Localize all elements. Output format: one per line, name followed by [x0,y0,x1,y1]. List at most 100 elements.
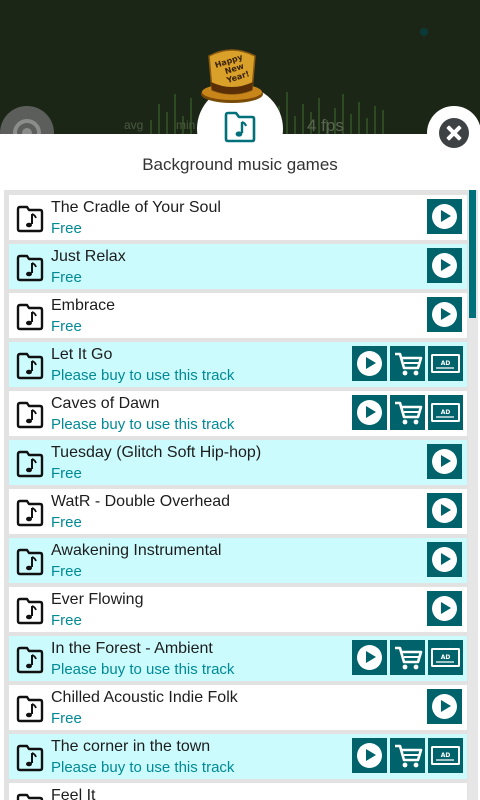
track-row[interactable]: In the Forest - Ambient Please buy to use… [9,636,467,685]
visualizer-bar [350,114,352,134]
track-list-frame: The Cradle of Your Soul Free Just Relax Fr… [4,190,478,800]
visualizer-bar [166,112,168,134]
play-icon [432,596,457,621]
play-icon [357,645,382,670]
track-name: Feel It [51,787,96,800]
play-button[interactable] [352,346,387,381]
track-name: The corner in the town [51,738,211,755]
track-row[interactable]: Feel It [9,783,467,800]
track-name: In the Forest - Ambient [51,640,213,657]
music-folder-icon [16,597,44,625]
play-button[interactable] [427,689,462,724]
scrollbar-thumb[interactable] [469,190,476,318]
play-button[interactable] [427,444,462,479]
visualizer-bar [302,104,304,134]
ad-icon: AD [431,648,460,667]
play-icon [357,743,382,768]
track-row[interactable]: Ever Flowing Free [9,587,467,636]
track-status: Free [51,612,82,629]
visualizer-bar [158,104,160,134]
music-folder-icon [16,303,44,331]
close-icon [439,118,469,148]
track-row[interactable]: Just Relax Free [9,244,467,293]
play-icon [357,351,382,376]
ad-label: AD [441,752,451,759]
track-status: Free [51,563,82,580]
track-row[interactable]: Caves of Dawn Please buy to use this trac… [9,391,467,440]
music-folder-icon [16,205,44,233]
cart-icon [395,744,423,768]
play-icon [432,694,457,719]
play-button[interactable] [427,493,462,528]
track-name: Awakening Instrumental [51,542,222,559]
track-status: Free [51,269,82,286]
watch-ad-button[interactable]: AD [428,346,463,381]
play-button[interactable] [427,542,462,577]
watch-ad-button[interactable]: AD [428,395,463,430]
buy-button[interactable] [390,738,425,773]
track-name: Caves of Dawn [51,395,160,412]
page-title: Background music games [142,155,338,174]
play-button[interactable] [427,591,462,626]
track-name: Just Relax [51,248,126,265]
track-name: Embrace [51,297,116,314]
play-button[interactable] [427,297,462,332]
music-folder-icon [16,401,44,429]
track-row[interactable]: Tuesday (Glitch Soft Hip-hop) Free [9,440,467,489]
close-button[interactable] [427,106,480,160]
track-status: Free [51,710,82,727]
ghost-fps-label: 4 fps [307,116,344,134]
buy-button[interactable] [390,395,425,430]
buy-button[interactable] [390,346,425,381]
music-folder-icon [16,548,44,576]
play-icon [432,253,457,278]
ad-label: AD [441,654,451,661]
play-icon [432,204,457,229]
ghost-min-label: min [176,118,196,132]
music-folder-icon [16,744,44,772]
music-folder-icon [16,450,44,478]
play-button[interactable] [352,640,387,675]
track-status: Please buy to use this track [51,416,235,433]
play-icon [432,547,457,572]
buy-button[interactable] [390,640,425,675]
music-folder-icon [16,352,44,380]
play-icon [432,498,457,523]
track-name: Ever Flowing [51,591,144,608]
watch-ad-button[interactable]: AD [428,738,463,773]
track-row[interactable]: Let It Go Please buy to use this track AD [9,342,467,391]
track-status: Please buy to use this track [51,367,235,384]
play-button[interactable] [427,248,462,283]
track-row[interactable]: Awakening Instrumental Free [9,538,467,587]
track-name: WatR - Double Overhead [51,493,231,510]
track-row[interactable]: The corner in the town Please buy to use … [9,734,467,783]
visualizer-bar [382,110,384,134]
track-name: Let It Go [51,346,113,363]
play-button[interactable] [352,738,387,773]
ghost-avg-label: avg [124,118,144,132]
visualizer-bar [358,102,360,134]
track-status: Free [51,318,82,335]
music-folder-icon [16,646,44,674]
play-icon [357,400,382,425]
watch-ad-button[interactable]: AD [428,640,463,675]
play-icon [432,449,457,474]
visualizer-bar [294,116,296,134]
play-button[interactable] [427,199,462,234]
track-row[interactable]: Chilled Acoustic Indie Folk Free [9,685,467,734]
track-row[interactable]: The Cradle of Your Soul Free [9,195,467,244]
cart-icon [395,352,423,376]
music-folder-icon [224,111,256,143]
track-row[interactable]: WatR - Double Overhead Free [9,489,467,538]
play-button[interactable] [352,395,387,430]
ad-icon: AD [431,403,460,422]
visualizer-bar [374,106,376,134]
visualizer-bar [150,120,152,134]
ad-label: AD [441,409,451,416]
track-status: Free [51,465,82,482]
cart-icon [395,401,423,425]
music-folder-icon [16,695,44,723]
track-row[interactable]: Embrace Free [9,293,467,342]
cart-icon [395,646,423,670]
track-name: Tuesday (Glitch Soft Hip-hop) [51,444,262,461]
